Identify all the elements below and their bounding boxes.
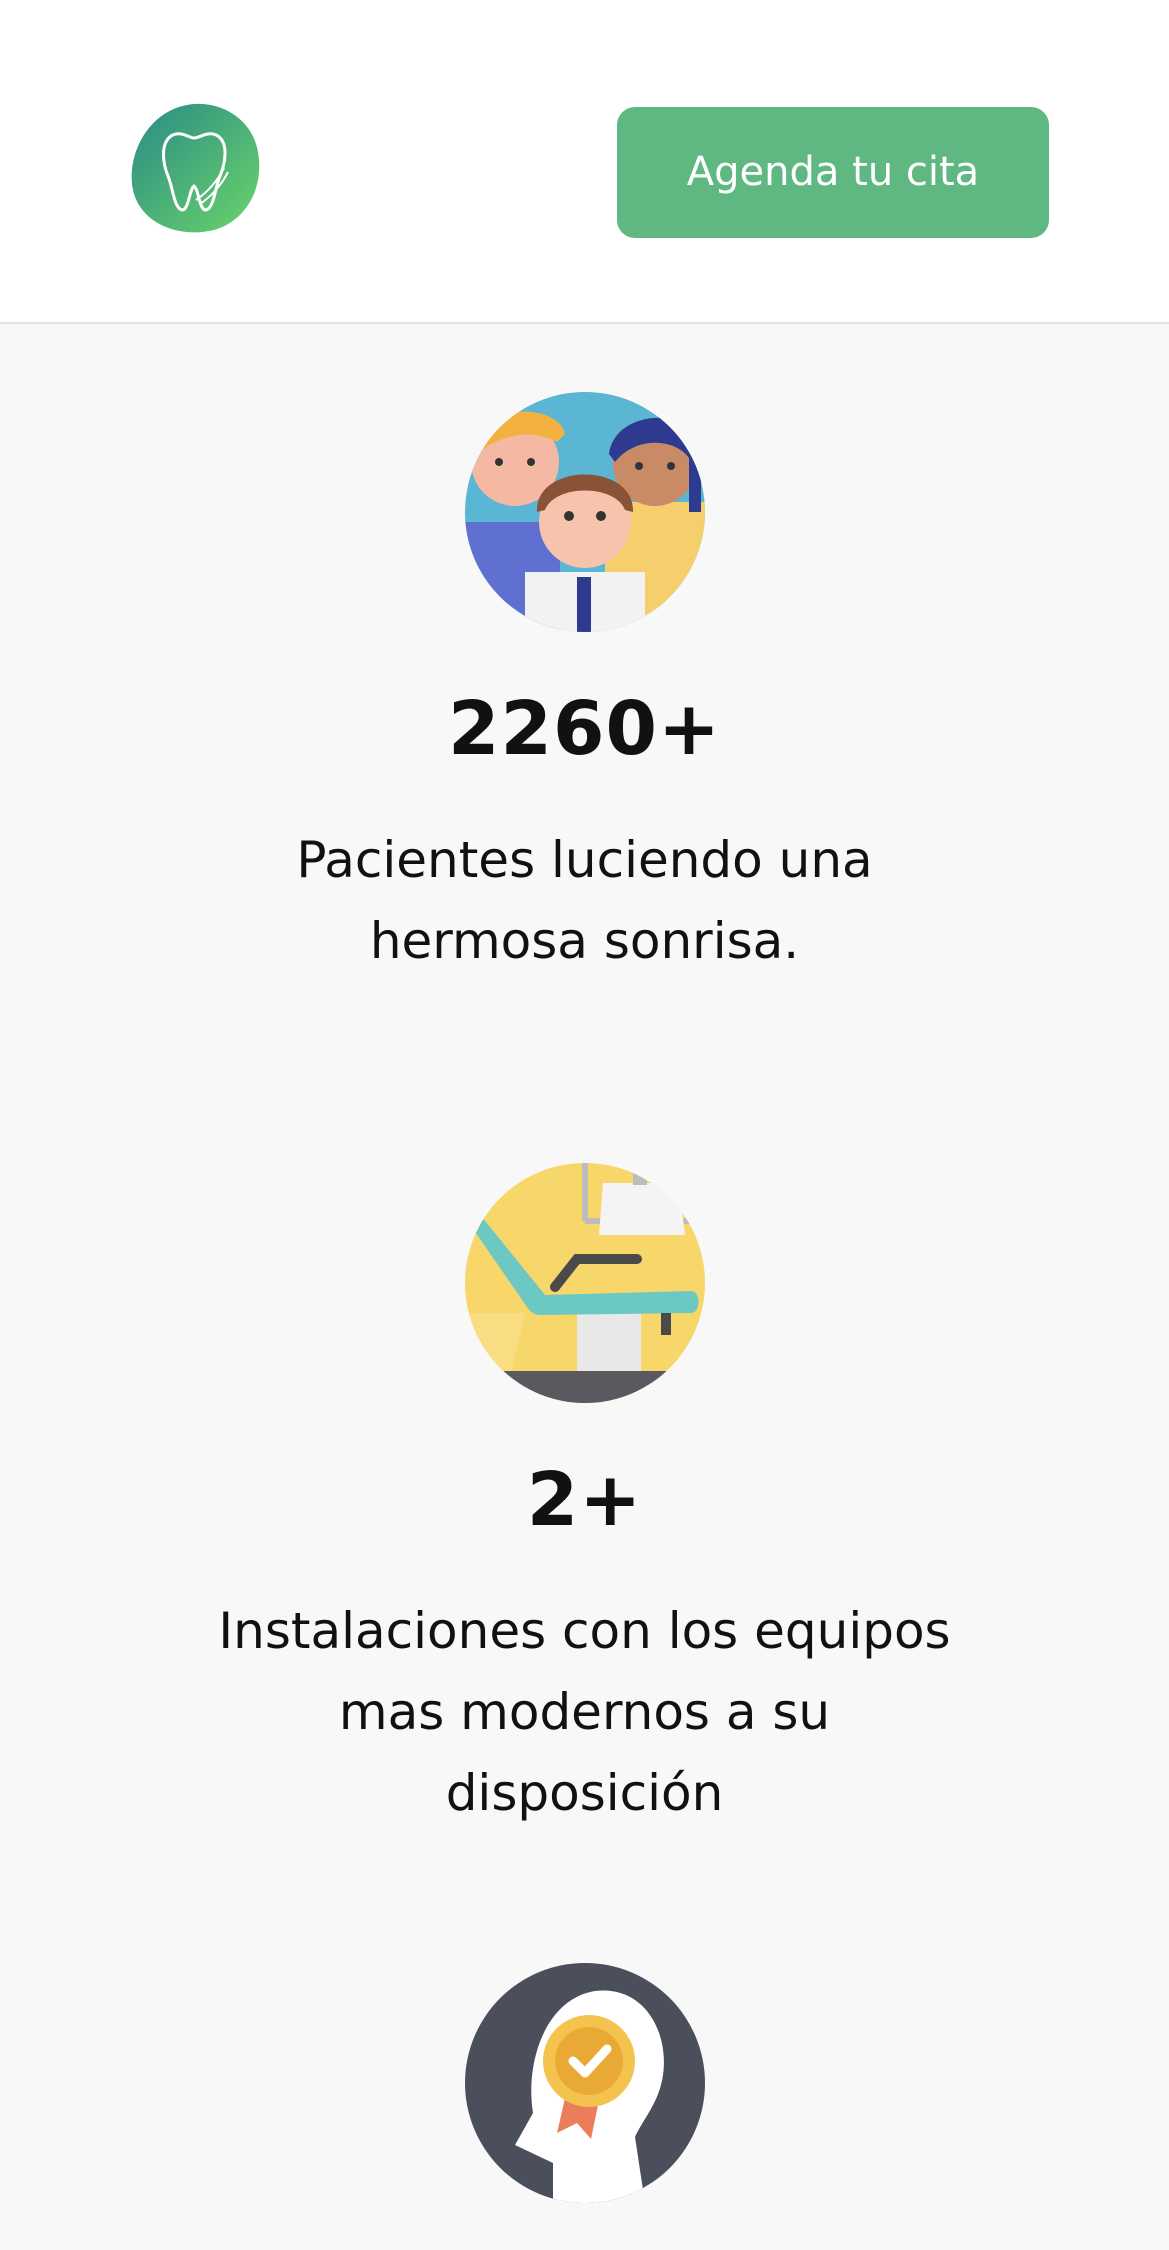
patients-group-icon <box>464 392 705 632</box>
facilities-description: Instalaciones con los equipos mas modern… <box>218 1602 951 1822</box>
book-appointment-button[interactable]: Agenda tu cita <box>617 107 1049 238</box>
patients-count: 2260+ <box>448 686 721 772</box>
stat-patients: 2260+ Pacientes luciendo una hermosa son… <box>0 392 1169 982</box>
patients-description: Pacientes luciendo una hermosa sonrisa. <box>296 831 873 970</box>
stat-expertise <box>0 1963 1169 2203</box>
facilities-count: 2+ <box>526 1457 643 1543</box>
site-header: Agenda tu cita <box>0 0 1169 324</box>
stat-facilities: 2+ Instalaciones con los equipos mas mod… <box>0 1163 1169 1834</box>
tooth-logo-icon <box>131 103 260 233</box>
expert-award-icon <box>464 1963 705 2203</box>
dental-chair-icon <box>464 1163 705 1403</box>
